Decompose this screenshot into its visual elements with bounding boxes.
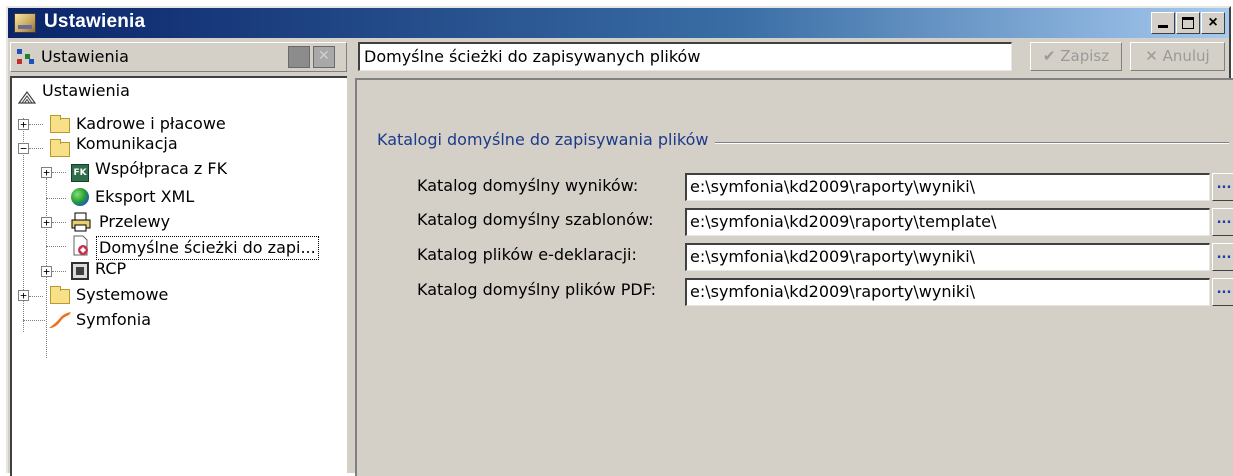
- tree-item-label: Symfonia: [76, 310, 152, 329]
- cancel-button-label: Anuluj: [1162, 47, 1210, 65]
- settings-content-panel: Katalogi domyślne do zapisywania plików …: [355, 78, 1233, 476]
- browse-button-e-deklaracje[interactable]: ...: [1212, 243, 1233, 271]
- minimize-button[interactable]: [1151, 12, 1175, 34]
- directory-field-e-deklaracje[interactable]: e:\symfonia\kd2009\raporty\wyniki\: [685, 243, 1210, 271]
- tree-header-label: Ustawienia: [41, 47, 129, 66]
- tree-item-eksport-xml[interactable]: Eksport XML: [41, 186, 331, 210]
- expand-icon[interactable]: +: [41, 266, 52, 277]
- cancel-x-icon: ✕: [1145, 47, 1158, 65]
- settings-root-icon: [17, 88, 37, 104]
- folder-icon: [50, 115, 70, 133]
- expand-icon[interactable]: +: [41, 217, 52, 228]
- tree-item-label: Eksport XML: [95, 187, 195, 206]
- settings-tree[interactable]: Ustawienia + Kadrowe i płacowe − Komunik…: [10, 76, 347, 476]
- close-button[interactable]: ×: [1201, 12, 1225, 34]
- browse-button-szablony[interactable]: ...: [1212, 208, 1233, 236]
- tree-item-systemowe[interactable]: + Systemowe: [18, 284, 318, 308]
- tree-item-label: Komunikacja: [76, 134, 178, 153]
- directory-field-pdf[interactable]: e:\symfonia\kd2009\raporty\wyniki\: [685, 278, 1210, 306]
- check-icon: ✔: [1042, 47, 1056, 65]
- tree-item-przelewy[interactable]: + Przelewy: [41, 211, 331, 235]
- tree-item-label: RCP: [95, 259, 127, 278]
- folder-icon: [50, 139, 70, 157]
- title-bar[interactable]: Ustawienia ×: [8, 8, 1229, 38]
- document-icon: [71, 235, 89, 256]
- expand-icon[interactable]: +: [18, 119, 29, 130]
- field-label-wyniki: Katalog domyślny wyników:: [417, 176, 639, 195]
- tree-item-symfonia[interactable]: Symfonia: [18, 309, 318, 333]
- tree-structure-icon: [17, 49, 35, 65]
- save-button[interactable]: ✔ Zapisz: [1030, 42, 1122, 71]
- window-title: Ustawienia: [44, 11, 146, 32]
- field-label-szablony: Katalog domyślny szablonów:: [417, 210, 654, 229]
- folder-icon-button[interactable]: [288, 46, 310, 68]
- collapse-icon[interactable]: −: [18, 143, 29, 154]
- maximize-button[interactable]: [1176, 12, 1200, 34]
- cancel-button[interactable]: ✕ Anuluj: [1130, 42, 1225, 71]
- tree-item-wspolpraca-fk[interactable]: + FK Współpraca z FK: [41, 159, 331, 185]
- folder-icon: [50, 286, 70, 304]
- field-label-e-deklaracje: Katalog plików e-deklaracji:: [417, 245, 637, 264]
- tree-item-domyslne-sciezki[interactable]: Domyślne ścieżki do zapi...: [41, 235, 341, 260]
- tree-item-label: Systemowe: [76, 285, 169, 304]
- tree-item-label: Przelewy: [99, 212, 171, 231]
- app-icon: [14, 13, 36, 33]
- tree-item-label: Współpraca z FK: [95, 159, 228, 178]
- tree-item-label: Domyślne ścieżki do zapi...: [96, 236, 319, 260]
- browse-button-pdf[interactable]: ...: [1212, 278, 1233, 306]
- delete-icon: ✕: [318, 48, 330, 64]
- save-button-label: Zapisz: [1060, 47, 1110, 65]
- window-controls: ×: [1150, 12, 1225, 34]
- fk-icon: FK: [71, 164, 89, 182]
- tree-root-label: Ustawienia: [42, 81, 130, 100]
- terminal-icon: [71, 262, 89, 280]
- field-label-pdf: Katalog domyślny plików PDF:: [417, 280, 657, 299]
- expand-icon[interactable]: +: [41, 167, 52, 178]
- tree-item-rcp[interactable]: + RCP: [41, 259, 331, 284]
- directory-field-wyniki[interactable]: e:\symfonia\kd2009\raporty\wyniki\: [685, 173, 1210, 201]
- symfonia-logo-icon: [48, 311, 72, 329]
- globe-icon: [71, 188, 89, 206]
- close-icon: ×: [1208, 14, 1218, 31]
- directory-field-szablony[interactable]: e:\symfonia\kd2009\raporty\template\: [685, 208, 1210, 236]
- delete-icon-button[interactable]: ✕: [313, 46, 335, 68]
- tree-header: Ustawienia ✕: [10, 42, 347, 72]
- browse-button-wyniki[interactable]: ...: [1212, 173, 1233, 201]
- expand-icon[interactable]: +: [18, 290, 29, 301]
- tree-item-label: Kadrowe i płacowe: [76, 114, 226, 133]
- minimize-icon: [1158, 25, 1168, 28]
- settings-window: Ustawienia × Ustawienia ✕ Ustawienia + K…: [6, 6, 1233, 476]
- printer-icon: [71, 212, 91, 232]
- group-title: Katalogi domyślne do zapisywania plików: [377, 130, 715, 149]
- maximize-icon: [1182, 17, 1194, 29]
- section-path-field[interactable]: Domyślne ścieżki do zapisywanych plików: [358, 42, 1012, 71]
